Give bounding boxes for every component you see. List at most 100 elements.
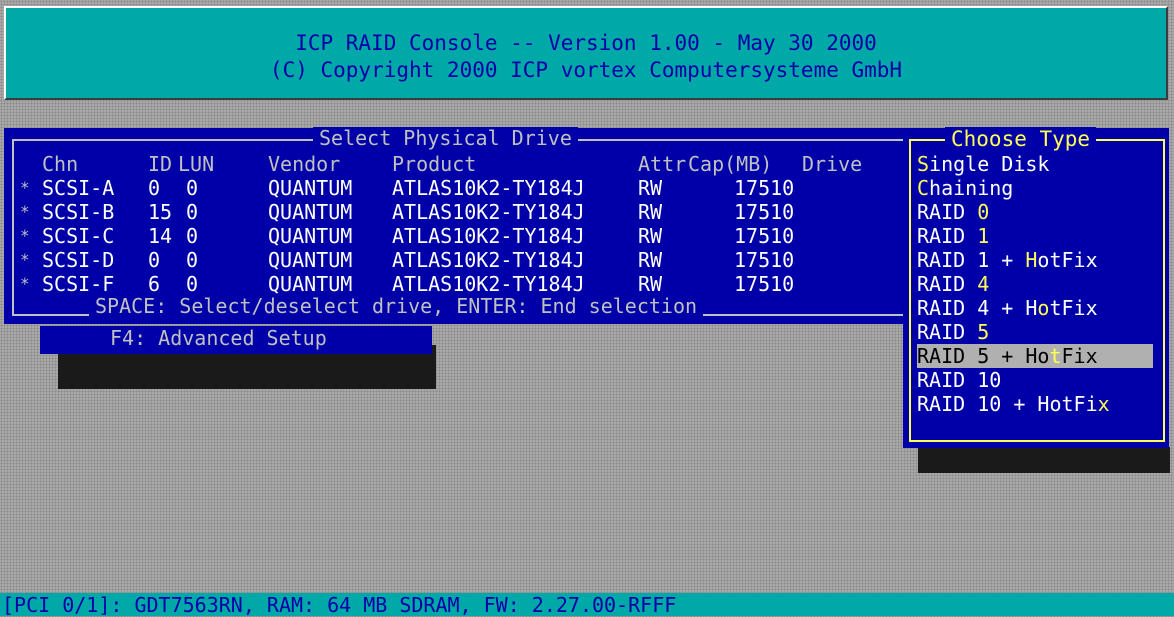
type-option-text: RAID 1 + (917, 248, 1026, 272)
row-capacity: 17510 (734, 224, 795, 248)
type-option-text: RAID (917, 272, 978, 296)
row-attr: RW (638, 248, 663, 272)
advanced-setup-label[interactable]: F4: Advanced Setup (104, 326, 333, 350)
type-option-text: RAID (917, 200, 978, 224)
type-option[interactable]: Single Disk (917, 152, 1153, 176)
row-capacity: 17510 (734, 200, 795, 224)
type-option-hotkey: o (1037, 296, 1050, 320)
col-vendor: Vendor (268, 152, 341, 176)
row-mark: * (20, 250, 30, 269)
type-option-hotkey: 1 (977, 224, 990, 248)
row-capacity: 17510 (734, 272, 795, 296)
type-option[interactable]: RAID 4 + HotFix (917, 296, 1153, 320)
drive-table-header: Chn ID LUN Vendor Product Attr Cap(MB) D… (18, 152, 908, 176)
row-vendor: QUANTUM (268, 272, 353, 296)
row-product: ATLAS10K2-TY184J (392, 272, 585, 296)
type-option[interactable]: RAID 1 (917, 224, 1153, 248)
status-bar: [PCI 0/1]: GDT7563RN, RAM: 64 MB SDRAM, … (0, 593, 1174, 617)
row-product: ATLAS10K2-TY184J (392, 248, 585, 272)
col-product: Product (392, 152, 477, 176)
row-id: 14 (148, 224, 173, 248)
row-attr: RW (638, 224, 663, 248)
col-drive: Drive (802, 152, 863, 176)
row-id: 0 (148, 176, 161, 200)
type-option-hotkey: 4 (977, 272, 990, 296)
type-option-hotkey: H (1025, 248, 1038, 272)
col-lun: LUN (178, 152, 215, 176)
row-product: ATLAS10K2-TY184J (392, 176, 585, 200)
drive-row[interactable]: * SCSI-C 14 0 QUANTUM ATLAS10K2-TY184J RW 17510 (18, 224, 898, 248)
type-option-text: RAID 5 + Ho (917, 344, 1050, 368)
row-mark: * (20, 274, 30, 293)
type-option[interactable]: RAID 4 (917, 272, 1153, 296)
choose-type-title: Choose Type (945, 127, 1097, 151)
type-option-hotkey: t (1049, 344, 1062, 368)
col-chn: Chn (42, 152, 79, 176)
choose-type-shadow (918, 447, 1170, 473)
row-attr: RW (638, 176, 663, 200)
row-channel: SCSI-C (42, 224, 115, 248)
row-mark: * (20, 202, 30, 221)
header-copyright: (C) Copyright 2000 ICP vortex Computersy… (269, 58, 903, 82)
row-vendor: QUANTUM (268, 248, 353, 272)
header-title: ICP RAID Console -- Version 1.00 - May 3… (295, 31, 877, 55)
row-attr: RW (638, 200, 663, 224)
type-option[interactable]: RAID 5 + HotFix (917, 344, 1153, 368)
choose-type-menu: Choose Type Single Disk Chaining RAID 0 RAI… (903, 127, 1169, 448)
type-option-text: haining (929, 176, 1014, 200)
drive-window-hint: SPACE: Select/deselect drive, ENTER: End… (89, 295, 704, 317)
type-option[interactable]: Chaining (917, 176, 1153, 200)
row-lun: 0 (186, 200, 199, 224)
type-option-hotkey: x (1097, 392, 1110, 416)
row-id: 0 (148, 248, 161, 272)
row-channel: SCSI-D (42, 248, 115, 272)
drive-row[interactable]: * SCSI-D 0 0 QUANTUM ATLAS10K2-TY184J RW 17510 (18, 248, 898, 272)
row-channel: SCSI-B (42, 200, 115, 224)
type-option-text: ingle Disk (929, 152, 1050, 176)
row-id: 15 (148, 200, 173, 224)
console-header: ICP RAID Console -- Version 1.00 - May 3… (4, 6, 1168, 100)
type-option-hotkey: C (917, 176, 930, 200)
select-physical-drive-window: Select Physical Drive Chn ID LUN Vendor … (4, 127, 915, 324)
type-option[interactable]: RAID 10 (917, 368, 1153, 392)
row-capacity: 17510 (734, 248, 795, 272)
drive-row[interactable]: * SCSI-B 15 0 QUANTUM ATLAS10K2-TY184J RW 17510 (18, 200, 898, 224)
type-option-text: tFix (1049, 296, 1098, 320)
row-id: 6 (148, 272, 161, 296)
drive-row[interactable]: * SCSI-F 6 0 QUANTUM ATLAS10K2-TY184J RW 17510 (18, 272, 898, 296)
row-vendor: QUANTUM (268, 200, 353, 224)
row-mark: * (20, 178, 30, 197)
type-option-hotkey: 5 (977, 320, 990, 344)
type-option-text: RAID (917, 224, 978, 248)
row-channel: SCSI-F (42, 272, 115, 296)
row-channel: SCSI-A (42, 176, 115, 200)
drive-row[interactable]: * SCSI-A 0 0 QUANTUM ATLAS10K2-TY184J RW 17510 (18, 176, 898, 200)
row-mark: * (20, 226, 30, 245)
type-option[interactable]: RAID 5 (917, 320, 1153, 344)
row-lun: 0 (186, 224, 199, 248)
type-option[interactable]: RAID 1 + HotFix (917, 248, 1153, 272)
type-option[interactable]: RAID 0 (917, 200, 1153, 224)
type-option-text: otFix (1037, 248, 1098, 272)
row-lun: 0 (186, 248, 199, 272)
row-lun: 0 (186, 272, 199, 296)
col-cap: Cap(MB) (688, 152, 773, 176)
type-option-text: RAID 10 + HotFi (917, 392, 1098, 416)
row-lun: 0 (186, 176, 199, 200)
type-option[interactable]: RAID 10 + HotFix (917, 392, 1153, 416)
row-capacity: 17510 (734, 176, 795, 200)
drive-window-title: Select Physical Drive (313, 127, 578, 149)
type-option-hotkey: S (917, 152, 930, 176)
col-id: ID (148, 152, 173, 176)
row-product: ATLAS10K2-TY184J (392, 224, 585, 248)
type-option-text: Fix (1061, 344, 1098, 368)
type-option-text: RAID 10 (917, 368, 1002, 392)
row-vendor: QUANTUM (268, 224, 353, 248)
row-product: ATLAS10K2-TY184J (392, 200, 585, 224)
type-option-text: RAID (917, 320, 978, 344)
col-attr: Attr (638, 152, 687, 176)
type-option-hotkey: 0 (977, 200, 990, 224)
row-attr: RW (638, 272, 663, 296)
type-option-text: RAID 4 + H (917, 296, 1038, 320)
row-vendor: QUANTUM (268, 176, 353, 200)
